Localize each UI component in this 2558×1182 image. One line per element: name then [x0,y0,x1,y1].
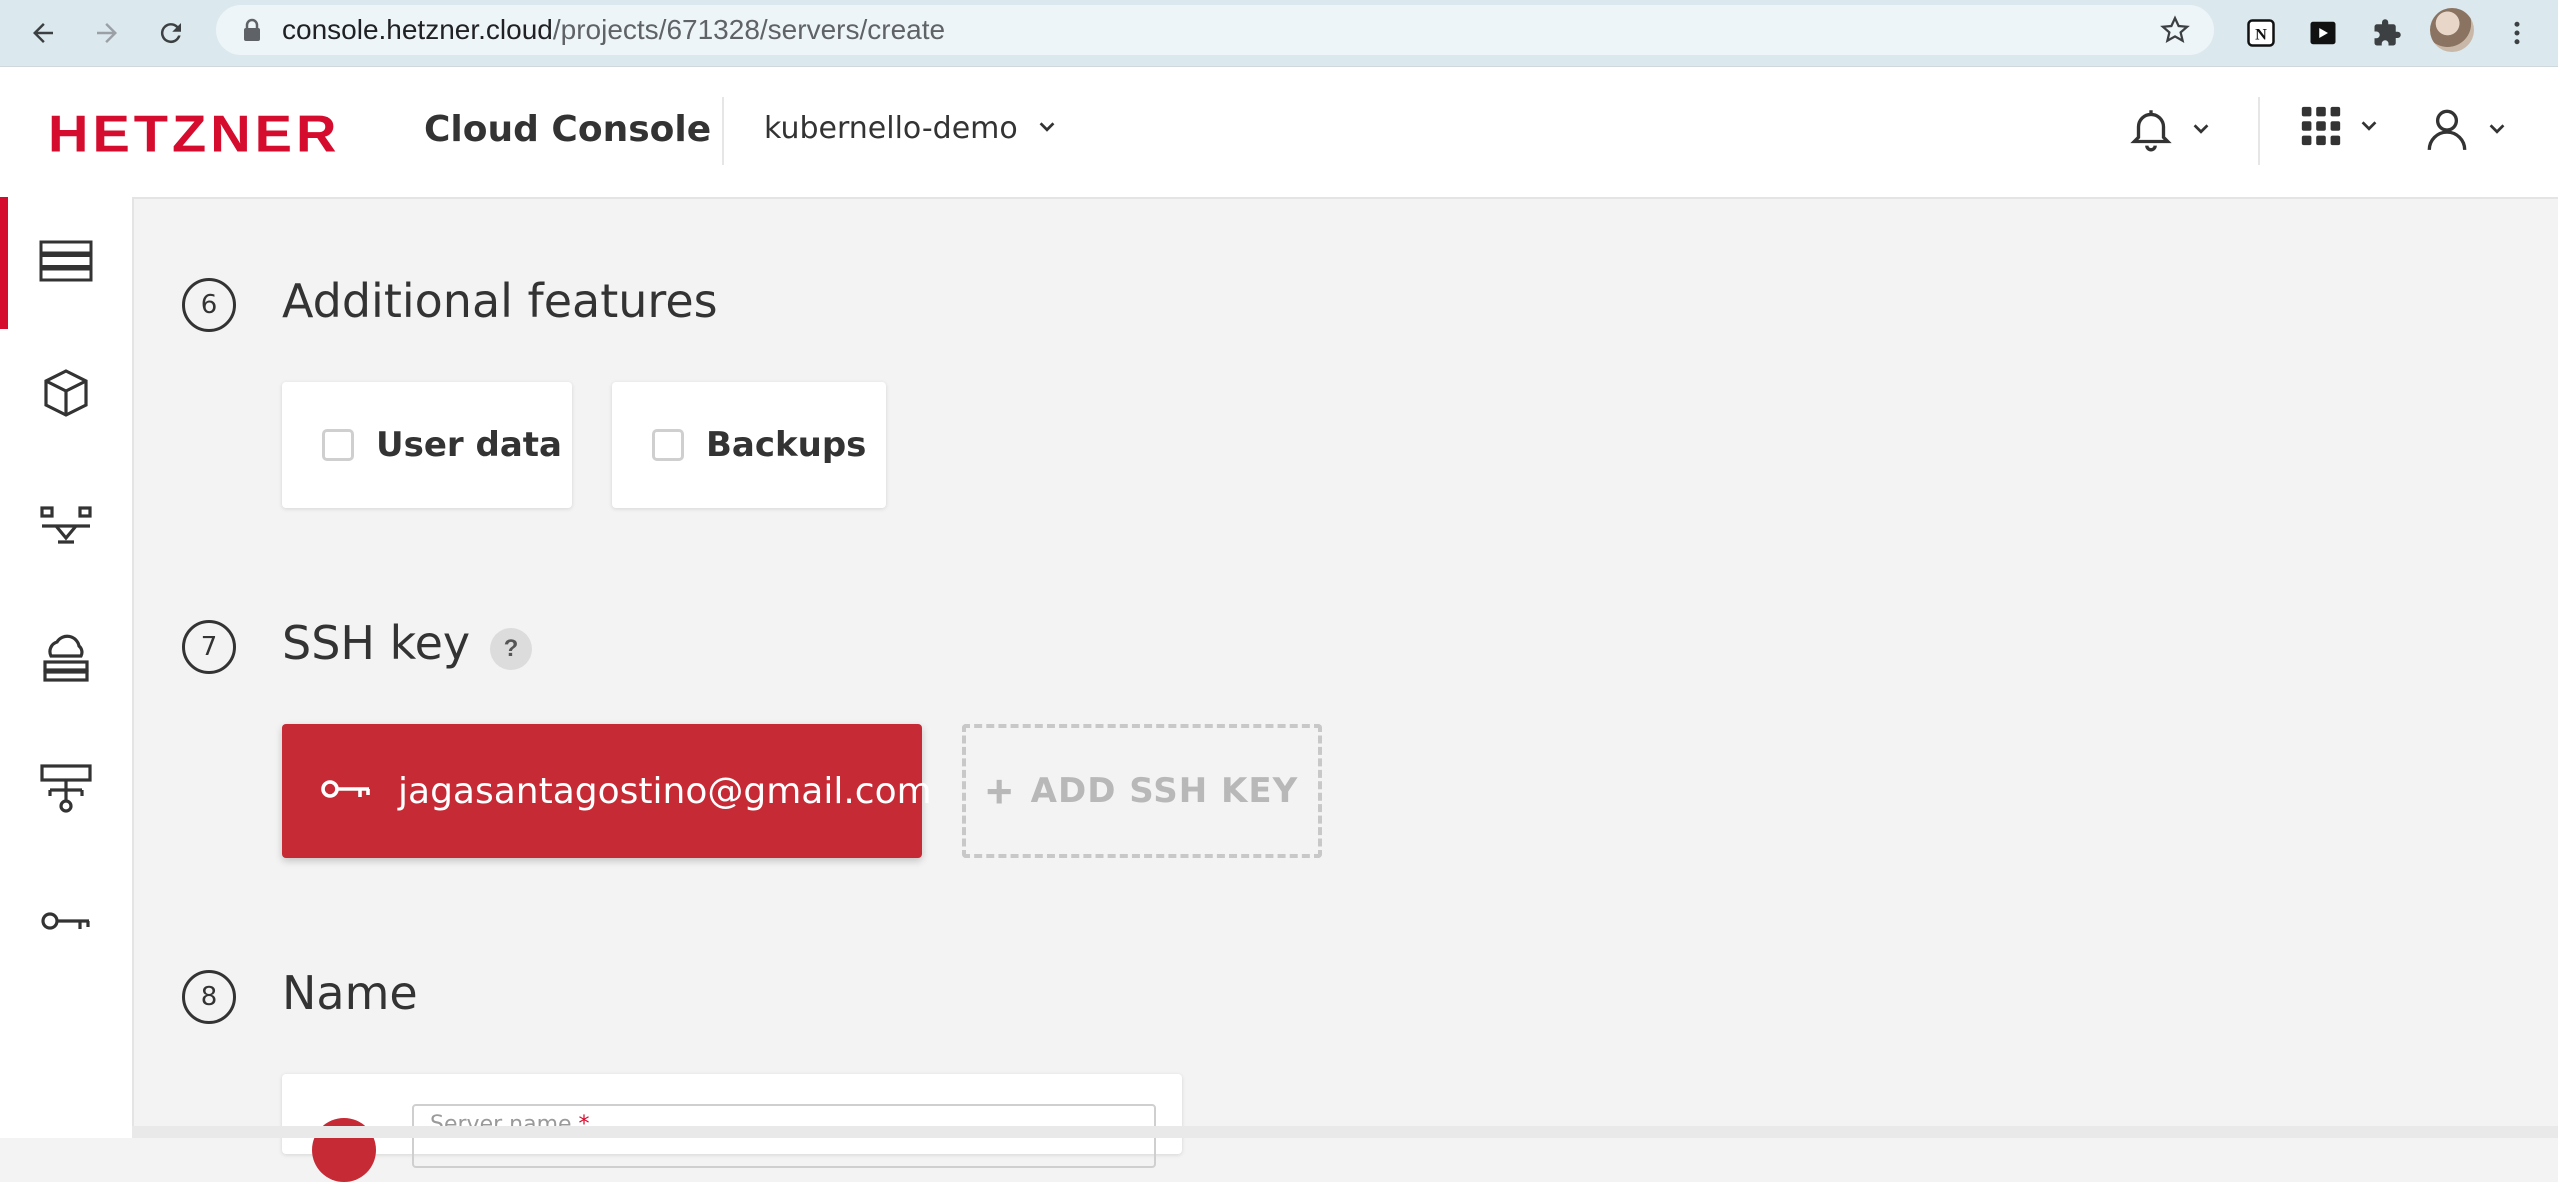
step-number: 6 [182,278,236,332]
chevron-down-icon [2190,118,2212,145]
floating-ips-icon [41,632,91,687]
sidebar-item-networks[interactable] [0,725,132,857]
ssh-key-label: jagasantagostino@gmail.com [398,770,932,812]
sidebar-item-servers[interactable] [0,197,132,329]
app-header: HETZNER Cloud Console kubernello-demo [0,67,2558,199]
browser-toolbar: console.hetzner.cloud/projects/671328/se… [0,0,2558,67]
help-badge[interactable]: ? [490,628,532,670]
url-text: console.hetzner.cloud/projects/671328/se… [282,14,946,45]
profile-avatar[interactable] [2430,8,2474,52]
networks-icon [40,763,92,819]
user-data-option[interactable]: User data [282,382,572,508]
sidebar-item-security[interactable] [0,857,132,989]
backups-checkbox[interactable] [652,429,684,461]
hetzner-logo[interactable]: HETZNER [48,104,340,164]
add-ssh-key-label: ADD SSH KEY [1030,771,1299,811]
user-data-label: User data [376,425,562,465]
chevron-down-icon [1036,111,1058,146]
ssh-key-card[interactable]: jagasantagostino@gmail.com [282,724,932,858]
address-bar[interactable]: console.hetzner.cloud/projects/671328/se… [216,5,2214,55]
step-number: 7 [182,620,236,674]
key-icon [320,776,372,807]
sidebar-item-floating-ips[interactable] [0,593,132,725]
sidebar-item-load-balancers[interactable] [0,461,132,593]
lock-icon [238,16,266,44]
bookmark-star-icon[interactable] [2160,15,2190,50]
step-number: 8 [182,970,236,1024]
product-name: Cloud Console [424,109,712,150]
servers-icon [39,240,93,287]
add-ssh-key-button[interactable]: + ADD SSH KEY [962,724,1322,858]
backups-option[interactable]: Backups [612,382,886,508]
bell-icon [2126,103,2176,160]
plus-icon: + [985,765,1013,817]
section-title-additional-features: Additional features [282,274,718,328]
back-arrow-icon[interactable] [24,14,62,52]
chrome-menu-icon[interactable] [2496,12,2538,54]
security-key-icon [40,909,92,938]
apps-menu[interactable] [2298,103,2380,154]
project-name: kubernello-demo [764,111,1018,146]
svg-text:N: N [2255,25,2267,43]
user-data-checkbox[interactable] [322,429,354,461]
project-selector[interactable]: kubernello-demo [764,111,1058,146]
sidebar-item-volumes[interactable] [0,329,132,461]
extensions-puzzle-icon[interactable] [2366,12,2408,54]
bottom-bar [132,1126,2558,1138]
sidebar [0,197,134,1138]
chevron-down-icon [2358,115,2380,142]
load-balancers-icon [40,505,92,549]
reload-icon[interactable] [152,14,190,52]
notifications-menu[interactable] [2126,103,2212,160]
section-title-name: Name [282,966,418,1020]
forward-arrow-icon[interactable] [88,14,126,52]
backups-label: Backups [706,425,867,465]
header-divider [722,97,724,165]
header-divider [2258,97,2260,165]
server-name-card: Server name * [282,1074,1182,1182]
user-icon [2422,103,2472,160]
section-title-ssh-key: SSH key [282,616,471,670]
video-extension-icon[interactable] [2302,12,2344,54]
volumes-icon [42,367,90,424]
apps-grid-icon [2298,103,2344,154]
chevron-down-icon [2486,118,2508,145]
user-menu[interactable] [2422,103,2508,160]
notion-extension-icon[interactable]: N [2240,12,2282,54]
